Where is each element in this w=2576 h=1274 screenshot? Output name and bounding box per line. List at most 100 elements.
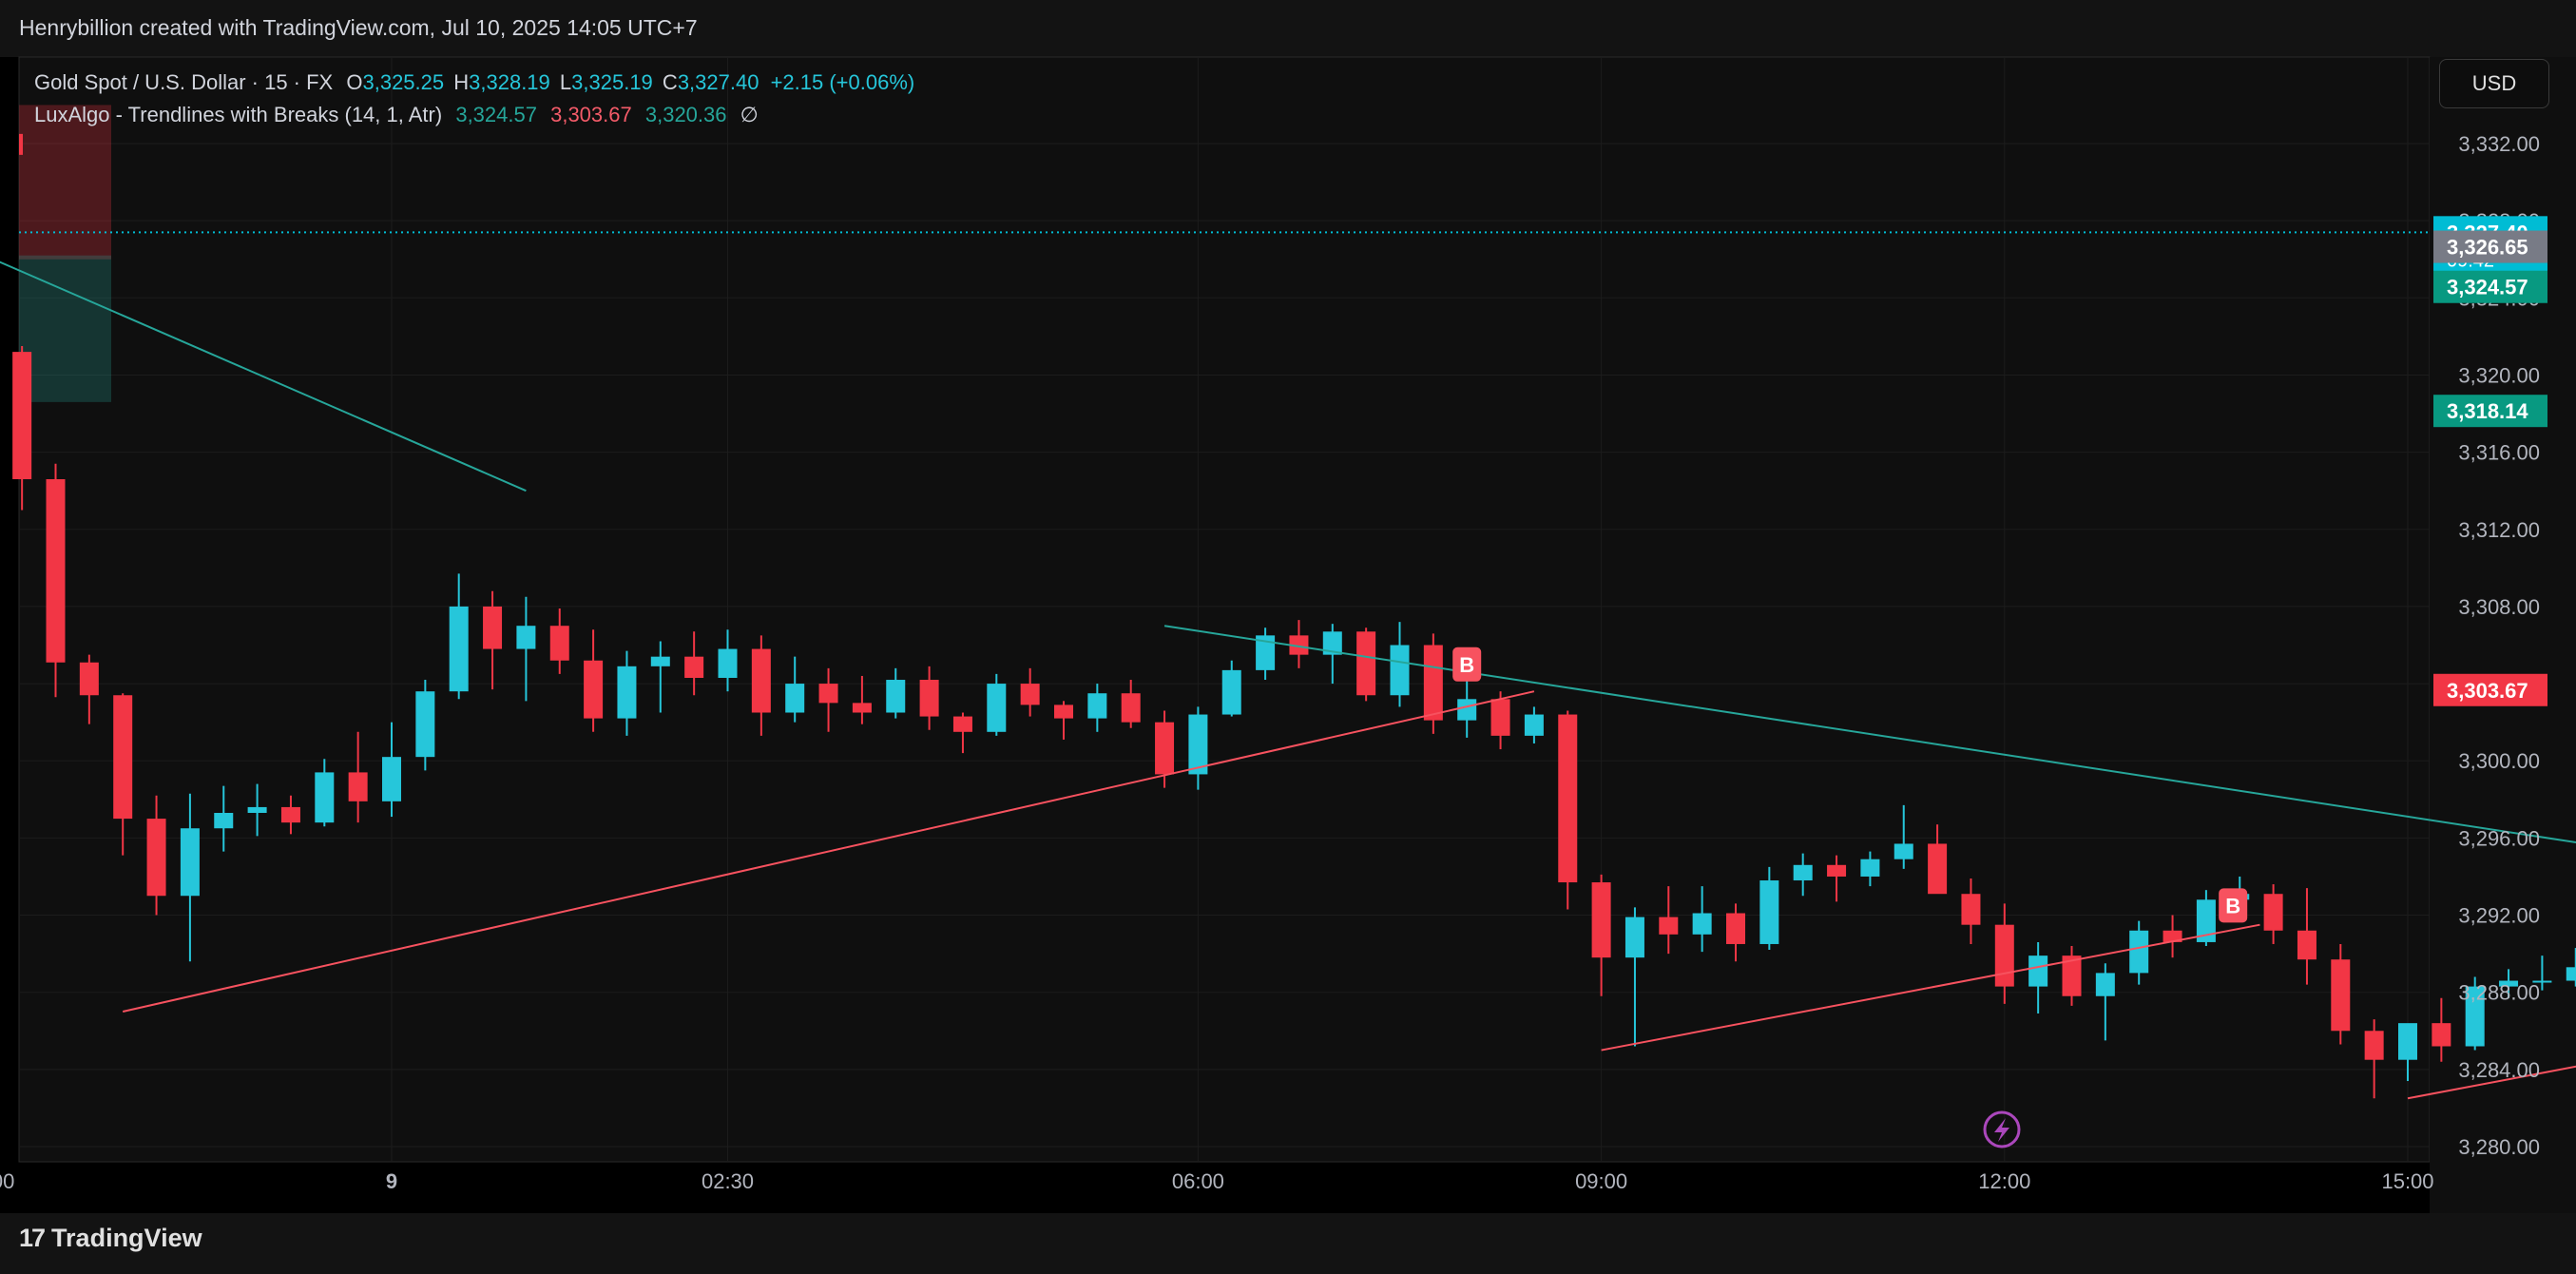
zone-edge bbox=[19, 133, 23, 155]
low-label: L bbox=[559, 70, 572, 94]
candle-body bbox=[2398, 1023, 2417, 1060]
y-tick-label: 3,316.00 bbox=[2458, 441, 2540, 465]
price-label-text: 3,318.14 bbox=[2447, 399, 2528, 423]
indicator-value-1: 3,324.57 bbox=[455, 103, 537, 126]
candle-body bbox=[2364, 1031, 2384, 1060]
candle-body bbox=[1726, 913, 1745, 944]
candle-body bbox=[79, 662, 99, 696]
candle-body bbox=[2566, 967, 2576, 981]
candle-body bbox=[1221, 669, 1241, 715]
candle-body bbox=[785, 684, 805, 713]
x-tick-label: 21:00 bbox=[0, 1169, 14, 1193]
candle-body bbox=[315, 772, 335, 823]
price-label-text: 3,326.65 bbox=[2447, 236, 2528, 260]
candle-body bbox=[852, 703, 872, 713]
candle-body bbox=[2432, 1023, 2451, 1047]
y-tick-label: 3,280.00 bbox=[2458, 1135, 2540, 1159]
candle-body bbox=[1994, 924, 2014, 987]
candle-body bbox=[2129, 930, 2149, 974]
y-tick-label: 3,284.00 bbox=[2458, 1058, 2540, 1082]
symbol-legend-row[interactable]: Gold Spot / U.S. Dollar · 15 · FX O3,325… bbox=[34, 67, 914, 99]
tradingview-logo-icon: 17 bbox=[19, 1224, 46, 1252]
candle-body bbox=[1558, 714, 1578, 883]
y-tick-label: 3,312.00 bbox=[2458, 518, 2540, 542]
candle-body bbox=[180, 828, 200, 897]
candle-body bbox=[617, 666, 637, 719]
indicator-legend-row[interactable]: LuxAlgo - Trendlines with Breaks (14, 1,… bbox=[34, 99, 914, 131]
candle-body bbox=[415, 691, 435, 758]
y-tick-label: 3,296.00 bbox=[2458, 826, 2540, 850]
candle-body bbox=[1961, 894, 1981, 925]
candle-body bbox=[1624, 917, 1644, 958]
y-tick-label: 3,320.00 bbox=[2458, 363, 2540, 387]
candle-body bbox=[1524, 714, 1544, 736]
candle-body bbox=[2331, 959, 2351, 1032]
candle-body bbox=[1155, 722, 1175, 775]
x-tick-label: 12:00 bbox=[1978, 1169, 2030, 1193]
x-tick-label: 09:00 bbox=[1575, 1169, 1627, 1193]
change-value: +2.15 (+0.06%) bbox=[770, 70, 915, 94]
candle-body bbox=[1894, 843, 1913, 859]
candle-body bbox=[1928, 843, 1948, 895]
footer-bar bbox=[0, 1213, 2576, 1274]
open-value: 3,325.25 bbox=[362, 70, 445, 94]
indicator-value-2: 3,303.67 bbox=[550, 103, 632, 126]
candle-body bbox=[751, 648, 771, 713]
open-label: O bbox=[346, 70, 363, 94]
break-marker-label: B bbox=[2225, 894, 2240, 917]
x-tick-label: 9 bbox=[386, 1169, 397, 1193]
x-tick-label: 02:30 bbox=[702, 1169, 754, 1193]
y-tick-label: 3,292.00 bbox=[2458, 904, 2540, 928]
candle-body bbox=[1793, 864, 1813, 881]
candle-body bbox=[1591, 882, 1611, 958]
price-label-text: 3,324.57 bbox=[2447, 276, 2528, 299]
candle-body bbox=[1356, 631, 1376, 696]
candle-body bbox=[584, 660, 604, 719]
candle-body bbox=[2297, 930, 2316, 960]
tradingview-logo[interactable]: 17 TradingView bbox=[19, 1224, 202, 1253]
candle-body bbox=[1659, 917, 1679, 935]
candle-body bbox=[1490, 699, 1510, 736]
time-axis[interactable]: 18:0021:00902:3006:0009:0012:0015:0018:0… bbox=[0, 1169, 2576, 1193]
low-value: 3,325.19 bbox=[571, 70, 653, 94]
candle-body bbox=[1457, 699, 1477, 721]
candle-body bbox=[987, 684, 1007, 732]
candle-body bbox=[2028, 956, 2048, 987]
candle-body bbox=[1020, 684, 1040, 705]
break-marker-label: B bbox=[1459, 653, 1474, 677]
chart-canvas[interactable]: 3.618 (3,328.26)1 (3,315.60)0.618 (3,313… bbox=[0, 0, 2576, 1274]
candle-body bbox=[46, 479, 66, 663]
candle-body bbox=[1087, 693, 1107, 719]
high-value: 3,328.19 bbox=[469, 70, 550, 94]
candle-body bbox=[113, 695, 133, 820]
candle-body bbox=[1423, 645, 1443, 721]
x-tick-label: 06:00 bbox=[1172, 1169, 1224, 1193]
candle-body bbox=[1692, 913, 1712, 935]
candle-body bbox=[818, 684, 838, 704]
candle-body bbox=[919, 680, 939, 717]
candle-body bbox=[952, 716, 972, 732]
candle-body bbox=[146, 819, 166, 897]
price-label-text: 3,303.67 bbox=[2447, 679, 2528, 703]
high-label: H bbox=[453, 70, 470, 94]
grid bbox=[18, 56, 2576, 1213]
chart-legend: Gold Spot / U.S. Dollar · 15 · FX O3,325… bbox=[34, 67, 914, 131]
currency-button[interactable]: USD bbox=[2439, 59, 2549, 108]
candle-body bbox=[549, 626, 569, 661]
candle-body bbox=[348, 772, 368, 801]
candle-body bbox=[684, 656, 704, 678]
candle-body bbox=[886, 680, 906, 713]
symbol-name: Gold Spot / U.S. Dollar · 15 · FX bbox=[34, 70, 334, 94]
candle-body bbox=[382, 757, 401, 801]
candle-body bbox=[449, 606, 469, 692]
tradingview-brand: TradingView bbox=[51, 1224, 202, 1252]
candle-body bbox=[1860, 859, 1880, 877]
candle-body bbox=[2095, 973, 2115, 996]
indicator-value-4: ∅ bbox=[740, 103, 759, 126]
y-tick-label: 3,288.00 bbox=[2458, 981, 2540, 1005]
candle-body bbox=[214, 813, 234, 829]
candle-body bbox=[280, 806, 300, 823]
candle-body bbox=[516, 626, 536, 649]
candle-body bbox=[1390, 645, 1410, 696]
candle-body bbox=[1121, 693, 1141, 723]
